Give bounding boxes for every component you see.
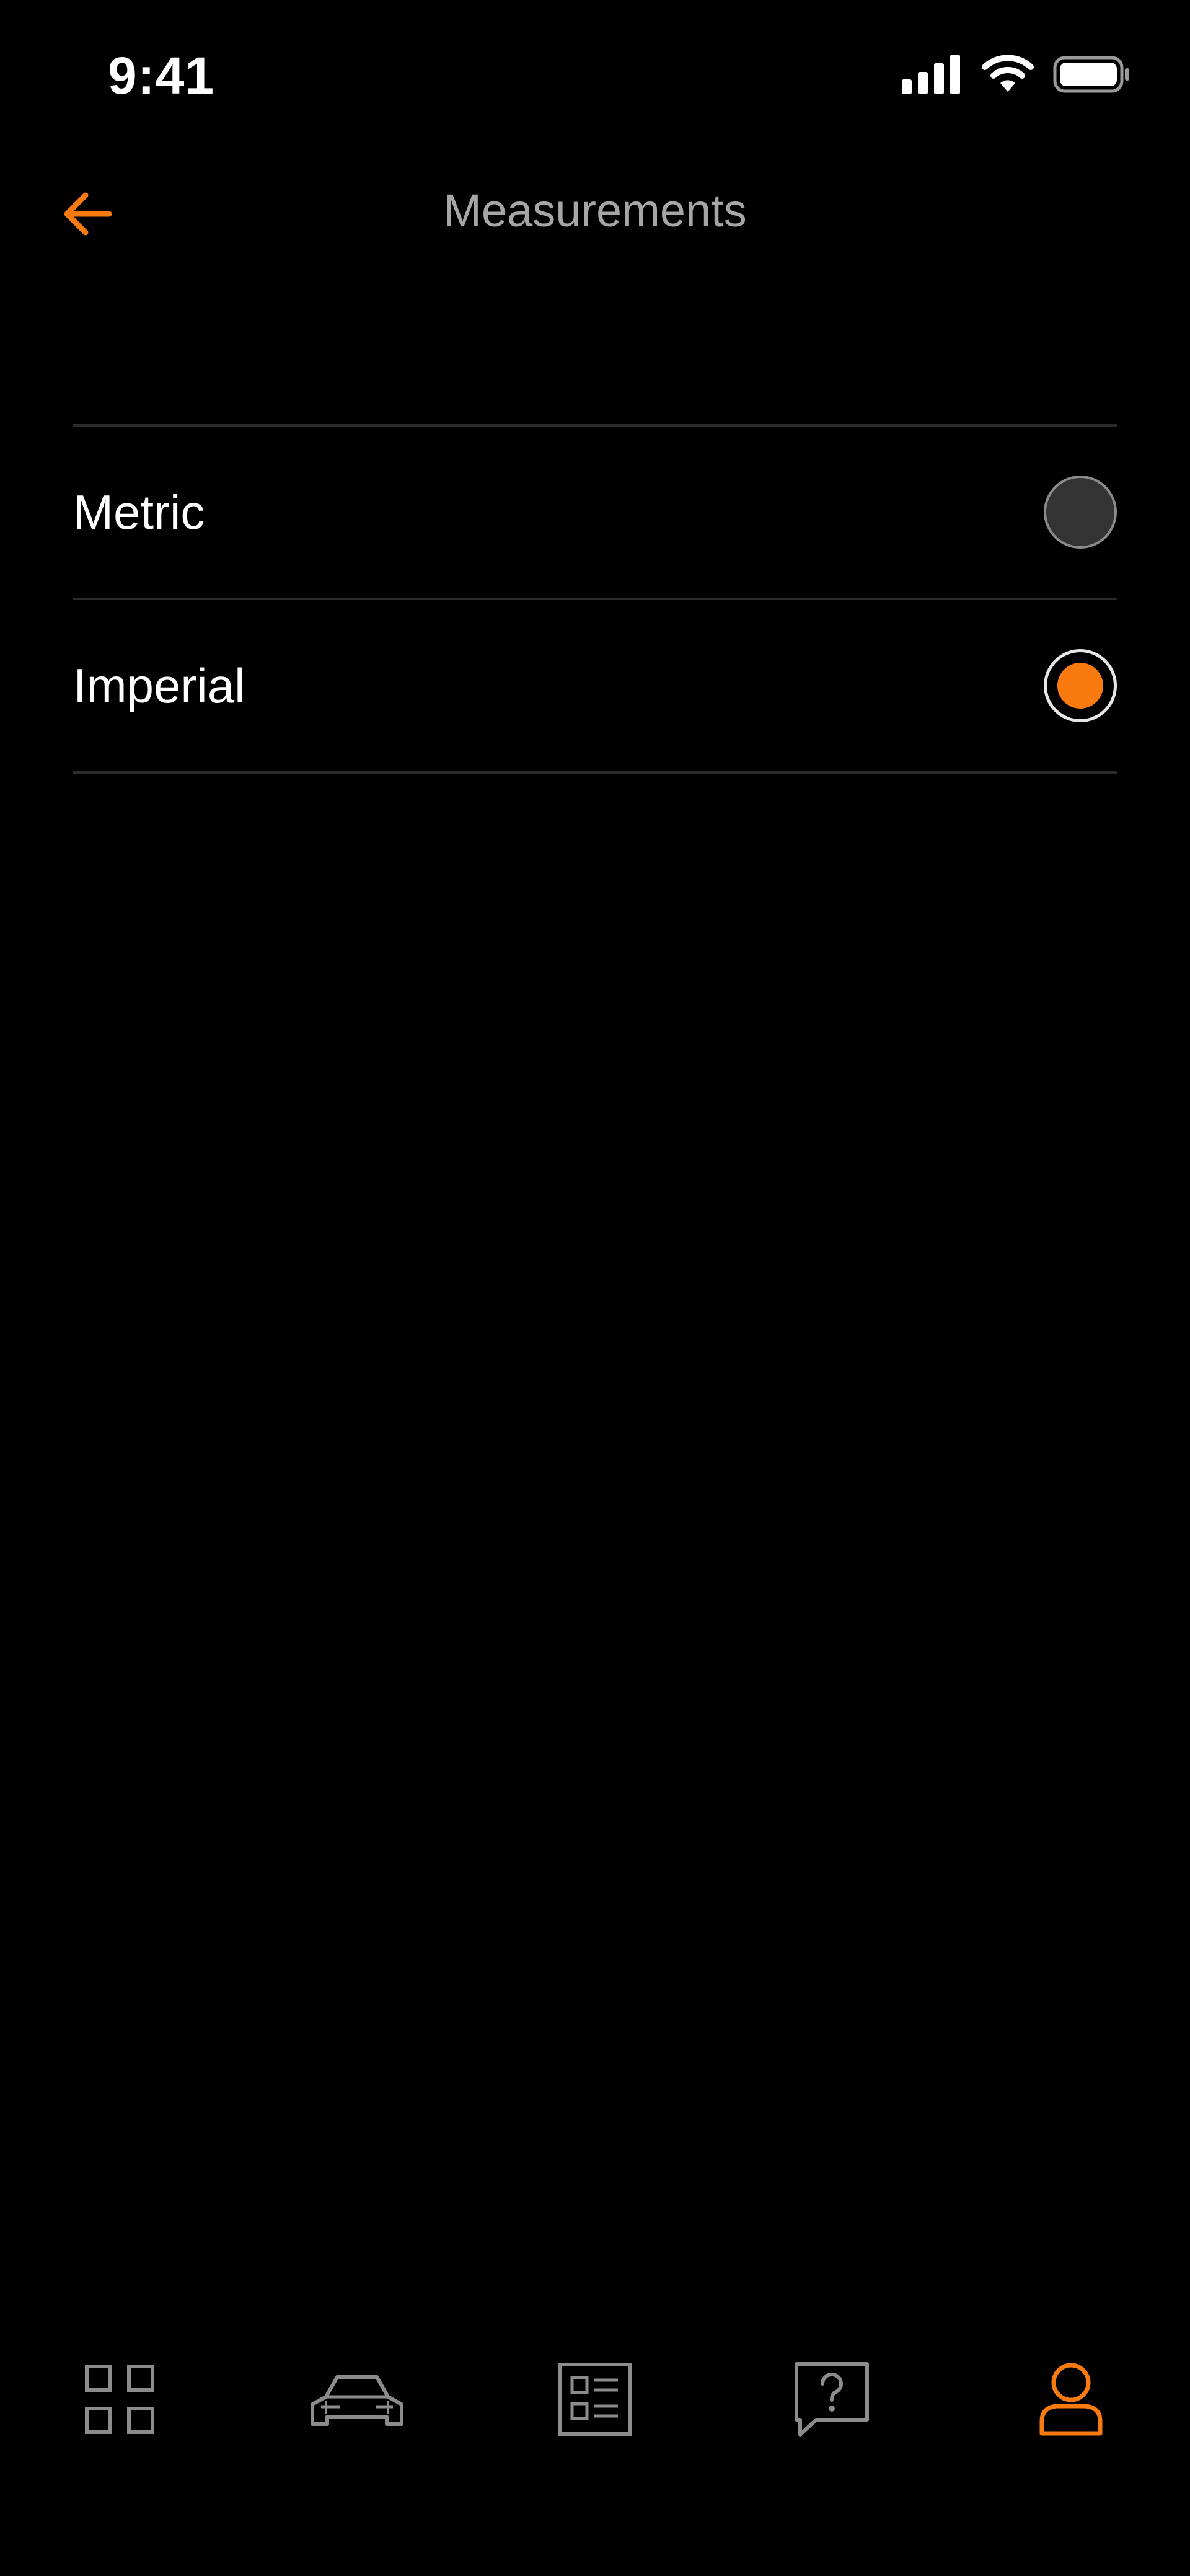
option-metric[interactable]: Metric	[73, 427, 1117, 598]
help-chat-icon	[795, 2362, 869, 2437]
dashboard-grid-icon	[85, 2365, 154, 2434]
tab-help[interactable]	[776, 2344, 888, 2455]
radio-selected-dot	[1057, 663, 1103, 709]
tab-profile[interactable]	[1015, 2344, 1127, 2455]
tab-dashboard[interactable]	[64, 2344, 175, 2455]
radio-imperial[interactable]	[1044, 649, 1117, 722]
battery-icon	[1053, 56, 1129, 93]
list-document-icon	[558, 2363, 632, 2436]
divider	[73, 771, 1117, 774]
tab-documents[interactable]	[539, 2344, 651, 2455]
car-icon	[311, 2375, 403, 2426]
status-icons	[901, 55, 1131, 94]
status-time: 9:41	[108, 46, 215, 105]
option-label: Metric	[73, 484, 205, 539]
option-imperial[interactable]: Imperial	[73, 600, 1117, 771]
profile-icon	[1039, 2363, 1103, 2436]
option-label: Imperial	[73, 658, 245, 713]
tab-vehicle[interactable]	[301, 2344, 413, 2455]
signal-icon	[902, 55, 960, 94]
page-title: Measurements	[443, 185, 747, 236]
radio-metric[interactable]	[1044, 476, 1117, 549]
wifi-icon	[982, 55, 1034, 92]
bottom-tab-bar	[0, 2344, 1190, 2455]
